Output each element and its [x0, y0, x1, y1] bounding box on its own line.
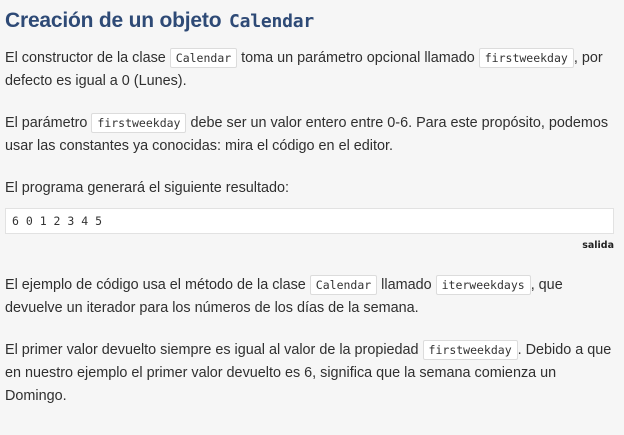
- output-box: 6 0 1 2 3 4 5: [5, 208, 614, 234]
- inline-code-iterweekdays: iterweekdays: [435, 275, 531, 295]
- paragraph-first-value: El primer valor devuelto siempre es igua…: [5, 339, 614, 408]
- heading-text: Creación de un objeto: [5, 9, 227, 32]
- text-span: El parámetro: [5, 115, 92, 131]
- inline-code-firstweekday: firstweekday: [478, 48, 574, 68]
- text-span: El ejemplo de código usa el método de la…: [5, 277, 310, 293]
- text-span: El programa generará el siguiente result…: [5, 180, 289, 196]
- heading-code: Calendar: [228, 11, 315, 32]
- text-span: El constructor de la clase: [5, 50, 170, 66]
- paragraph-output-intro: El programa generará el siguiente result…: [5, 177, 614, 200]
- output-caption: salida: [582, 240, 614, 251]
- inline-code-firstweekday: firstweekday: [422, 340, 518, 360]
- text-span: El primer valor devuelto siempre es igua…: [5, 342, 423, 358]
- text-span: toma un parámetro opcional llamado: [237, 50, 479, 66]
- section-heading: Creación de un objeto Calendar: [5, 6, 614, 37]
- inline-code-firstweekday: firstweekday: [91, 113, 187, 133]
- inline-code-calendar: Calendar: [169, 48, 238, 68]
- paragraph-iterweekdays: El ejemplo de código usa el método de la…: [5, 274, 614, 320]
- text-span: llamado: [377, 277, 436, 293]
- lesson-content: Creación de un objeto Calendar El constr…: [0, 0, 624, 408]
- inline-code-calendar: Calendar: [309, 275, 378, 295]
- paragraph-parameter: El parámetro firstweekday debe ser un va…: [5, 112, 614, 158]
- paragraph-constructor: El constructor de la clase Calendar toma…: [5, 47, 614, 93]
